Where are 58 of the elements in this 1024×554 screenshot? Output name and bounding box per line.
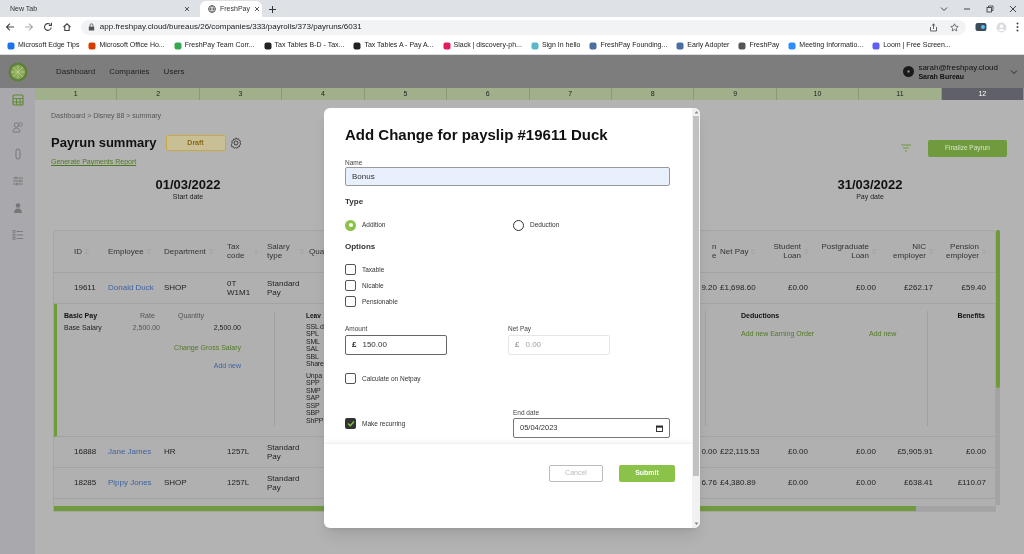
table-cell-text: £262.17: [903, 283, 933, 292]
name-field[interactable]: Bonus: [345, 167, 670, 186]
nav-link[interactable]: Users: [163, 65, 185, 78]
table-cell-text: 18285: [74, 478, 98, 487]
table-cell-text: £0.00: [854, 283, 876, 292]
table-cell-text: £4,380.89: [720, 478, 757, 487]
table-cell-text: SHOP: [164, 478, 188, 487]
amount-field: £ 0.00: [508, 335, 610, 355]
table-cell-text: 0T W1M1: [227, 278, 252, 297]
table-cell-text: £59.40: [960, 283, 986, 292]
table-cell-text: £5,905.91: [896, 447, 933, 456]
date-value: 31/03/2022: [837, 177, 903, 192]
table-cell-text: £638.41: [903, 478, 933, 487]
table-cell-text: £0.00: [854, 447, 876, 456]
table-cell-text: 0.00: [700, 447, 718, 456]
table-cell-text: Standard Pay: [267, 278, 301, 297]
column-header[interactable]: Tax code: [227, 242, 251, 260]
column-header[interactable]: ID: [74, 246, 82, 256]
amount-field[interactable]: £ 150.00: [345, 335, 447, 355]
section-title: Type: [345, 196, 365, 208]
page-title: Payrun summary: [51, 134, 157, 153]
user-email: sarah@freshpay.cloud: [918, 62, 998, 72]
table-cell-text: £1,698.60: [720, 283, 757, 292]
column-header[interactable]: Qua: [309, 246, 325, 256]
column-header[interactable]: Salary type: [267, 242, 297, 260]
table-cell-text: £110.07: [956, 478, 986, 487]
table-cell-text: 1257L: [227, 478, 251, 487]
table-cell-text: 9.20: [700, 283, 718, 292]
table-cell-text: Standard Pay: [267, 473, 301, 492]
table-cell-text: £0.00: [786, 447, 808, 456]
column-header[interactable]: Net Pay: [720, 246, 749, 256]
table-cell-text: 1257L: [227, 447, 251, 456]
column-header[interactable]: Student Loan: [773, 242, 801, 260]
column-header[interactable]: Pension employer: [935, 242, 979, 260]
column-header[interactable]: Employee: [108, 246, 144, 256]
dialog-title: Add Change for payslip #19611 Duck: [345, 125, 609, 142]
column-header[interactable]: Department: [164, 246, 206, 256]
section-title: Options: [345, 241, 377, 253]
date-value: 01/03/2022: [155, 177, 221, 192]
table-cell-text: 19611: [74, 283, 97, 292]
nav-link[interactable]: Companies: [109, 65, 150, 78]
table-cell-text: SHOP: [164, 283, 188, 292]
column-header[interactable]: n e: [712, 242, 720, 260]
table-cell-text: £0.00: [964, 447, 986, 456]
address-bar[interactable]: app.freshpay.cloud/bureaus/26/companies/333/payrolls/373/payruns/6031: [80, 19, 967, 35]
table-cell-text: £0.00: [786, 283, 808, 292]
currency-symbol: £: [352, 339, 357, 351]
table-cell-text: 6.76: [700, 478, 718, 487]
table-cell-text: £0.00: [786, 478, 808, 487]
table-cell-text: Standard Pay: [267, 442, 301, 461]
table-cell-text: 16888: [74, 447, 98, 456]
currency-symbol: £: [515, 339, 520, 351]
nav-link[interactable]: Dashboard: [56, 65, 96, 78]
column-header[interactable]: Postgraduate Loan: [813, 242, 869, 260]
table-cell-text: £0.00: [854, 478, 876, 487]
table-cell-text: HR: [164, 447, 177, 456]
table-cell-text: £22,115.53: [720, 447, 761, 456]
column-header[interactable]: NIC employer: [886, 242, 926, 260]
